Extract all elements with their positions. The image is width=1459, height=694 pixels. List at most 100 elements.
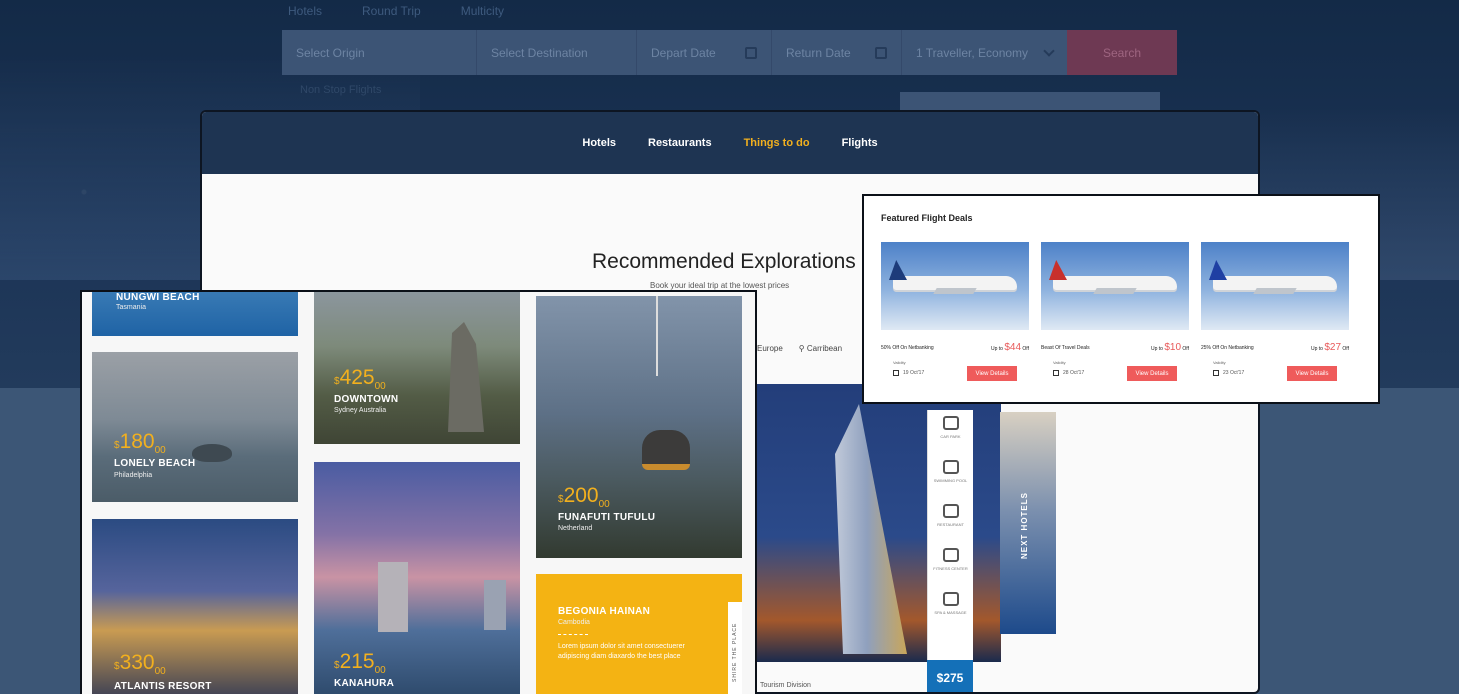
traveller-select[interactable]: 1 Traveller, Economy <box>902 30 1067 75</box>
deal-date: 19 Oct'17 <box>893 370 924 376</box>
fitness-icon <box>942 548 959 562</box>
filter-carribean[interactable]: ⚲ Carribean <box>799 344 842 353</box>
date-value: 28 Oct'17 <box>1063 370 1085 376</box>
destination-card[interactable]: $18000 LONELY BEACH Philadelphia <box>92 352 298 502</box>
amenities-sidebar: CAR PARK SWIMMING POOL RESTAURANT FITNES… <box>927 410 973 660</box>
amount-value: $27 <box>1324 342 1342 353</box>
card-title: FUNAFUTI TUFULU <box>558 512 656 523</box>
date-value: 19 Oct'17 <box>903 370 925 376</box>
return-date-field[interactable]: Return Date <box>772 30 902 75</box>
nav-things-to-do[interactable]: Things to do <box>744 137 810 149</box>
price-cents: 00 <box>374 665 386 677</box>
amenity-label: CAR PARK <box>940 434 961 439</box>
destination-card[interactable]: $20000 FUNAFUTI TUFULU Netherland <box>536 296 742 558</box>
amenity-label: FITNESS CENTER <box>933 566 968 571</box>
main-nav: Hotels Restaurants Things to do Flights <box>202 112 1258 174</box>
destination-card[interactable]: BEGONIA HAINAN Cambodia Lorem ipsum dolo… <box>536 574 742 694</box>
deal-amount: Up to $10 Off <box>1151 342 1189 353</box>
price-value: 425 <box>339 366 375 389</box>
pool-icon <box>942 460 959 474</box>
up-to-label: Up to <box>1151 346 1163 352</box>
card-title: LONELY BEACH <box>114 458 196 469</box>
up-to-label: Up to <box>991 346 1003 352</box>
deal-offer: 25% Off On Netbanking <box>1201 344 1254 351</box>
hotel-price[interactable]: $275 <box>927 660 973 692</box>
view-details-button[interactable]: View Details <box>1287 366 1337 381</box>
plane-image <box>1201 242 1349 330</box>
card-description: Lorem ipsum dolor sit amet consectuerer … <box>558 643 685 660</box>
amenity-restaurant: RESTAURANT <box>931 504 971 540</box>
amenity-label: SWIMMING POOL <box>933 478 968 483</box>
calendar-icon <box>875 46 887 59</box>
nav-hotels[interactable]: Hotels <box>582 137 616 149</box>
destination-card[interactable]: NUNGWI BEACH Tasmania <box>92 292 298 336</box>
tourism-division-label: Tourism Division <box>760 682 811 689</box>
share-place-tab[interactable]: SHIRE THE PLACE <box>728 602 742 694</box>
flight-deal-card: 50% Off On Netbanking Up to $44 Off Vali… <box>881 242 1029 382</box>
calendar-icon <box>893 370 899 376</box>
card-location: Philadelphia <box>114 472 153 479</box>
card-location: Tasmania <box>116 304 146 311</box>
trip-type-item[interactable]: Multicity <box>461 4 504 18</box>
deal-amount: Up to $27 Off <box>1311 342 1349 353</box>
up-to-label: Up to <box>1311 346 1323 352</box>
spa-icon <box>942 592 959 606</box>
destination-card[interactable]: $21500 KANAHURA <box>314 462 520 694</box>
next-hotels-label[interactable]: NEXT HOTELS <box>1020 492 1029 559</box>
origin-placeholder: Select Origin <box>296 45 365 60</box>
amenity-spa: SPA & MASSAGE <box>931 592 971 628</box>
destination-placeholder: Select Destination <box>491 45 588 60</box>
amenity-pool: SWIMMING POOL <box>931 460 971 496</box>
view-details-button[interactable]: View Details <box>1127 366 1177 381</box>
flight-deal-card: Beast Of Travel Deals Up to $10 Off Vali… <box>1041 242 1189 382</box>
calendar-icon <box>1213 370 1219 376</box>
rock-formation-shape <box>448 322 484 432</box>
card-title: NUNGWI BEACH <box>116 292 200 303</box>
cable-car-shape <box>642 430 690 470</box>
non-stop-checkbox-label[interactable]: Non Stop Flights <box>300 84 381 96</box>
car-icon <box>942 416 959 430</box>
region-filters: Europe ⚲ Carribean <box>757 344 842 353</box>
flight-deal-card: 25% Off On Netbanking Up to $27 Off Vali… <box>1201 242 1349 382</box>
destination-field[interactable]: Select Destination <box>477 30 637 75</box>
deal-amount: Up to $44 Off <box>991 342 1029 353</box>
validity-label: Validity <box>893 360 906 365</box>
nav-restaurants[interactable]: Restaurants <box>648 137 712 149</box>
nav-flights[interactable]: Flights <box>842 137 878 149</box>
price-value: 330 <box>119 651 155 674</box>
plane-tail-shape <box>889 260 907 280</box>
validity-label: Validity <box>1213 360 1226 365</box>
date-value: 23 Oct'17 <box>1223 370 1245 376</box>
destination-card[interactable]: $33000 ATLANTIS RESORT <box>92 519 298 694</box>
amount-value: $10 <box>1164 342 1182 353</box>
price-value: 180 <box>119 430 155 453</box>
traveller-value: 1 Traveller, Economy <box>916 45 1029 60</box>
card-price: $21500 <box>334 650 386 676</box>
cable-shape <box>656 296 658 376</box>
plane-wing-shape <box>933 288 977 294</box>
plane-image <box>881 242 1029 330</box>
return-placeholder: Return Date <box>786 45 851 60</box>
trip-type-item[interactable]: Hotels <box>288 4 322 18</box>
rock-shape <box>192 444 232 462</box>
amenity-car-park: CAR PARK <box>931 416 971 452</box>
filter-europe[interactable]: Europe <box>757 344 783 353</box>
section-title: Recommended Explorations <box>592 250 856 273</box>
origin-field[interactable]: Select Origin <box>282 30 477 75</box>
section-subtitle: Book your ideal trip at the lowest price… <box>650 281 790 290</box>
depart-date-field[interactable]: Depart Date <box>637 30 772 75</box>
amenity-fitness: FITNESS CENTER <box>931 548 971 584</box>
off-label: Off <box>1342 346 1349 352</box>
price-value: 200 <box>563 484 599 507</box>
off-label: Off <box>1182 346 1189 352</box>
calendar-icon <box>1053 370 1059 376</box>
card-location: Sydney Australia <box>334 407 387 414</box>
deal-offer-row: Beast Of Travel Deals Up to $10 Off <box>1041 342 1189 353</box>
view-details-button[interactable]: View Details <box>967 366 1017 381</box>
destinations-window: NUNGWI BEACH Tasmania $18000 LONELY BEAC… <box>80 290 757 694</box>
trip-type-item[interactable]: Round Trip <box>362 4 421 18</box>
search-button[interactable]: Search <box>1067 30 1177 75</box>
destination-card[interactable]: $42500 DOWNTOWN Sydney Australia <box>314 292 520 444</box>
plane-wing-shape <box>1253 288 1297 294</box>
amenity-label: RESTAURANT <box>937 522 964 527</box>
